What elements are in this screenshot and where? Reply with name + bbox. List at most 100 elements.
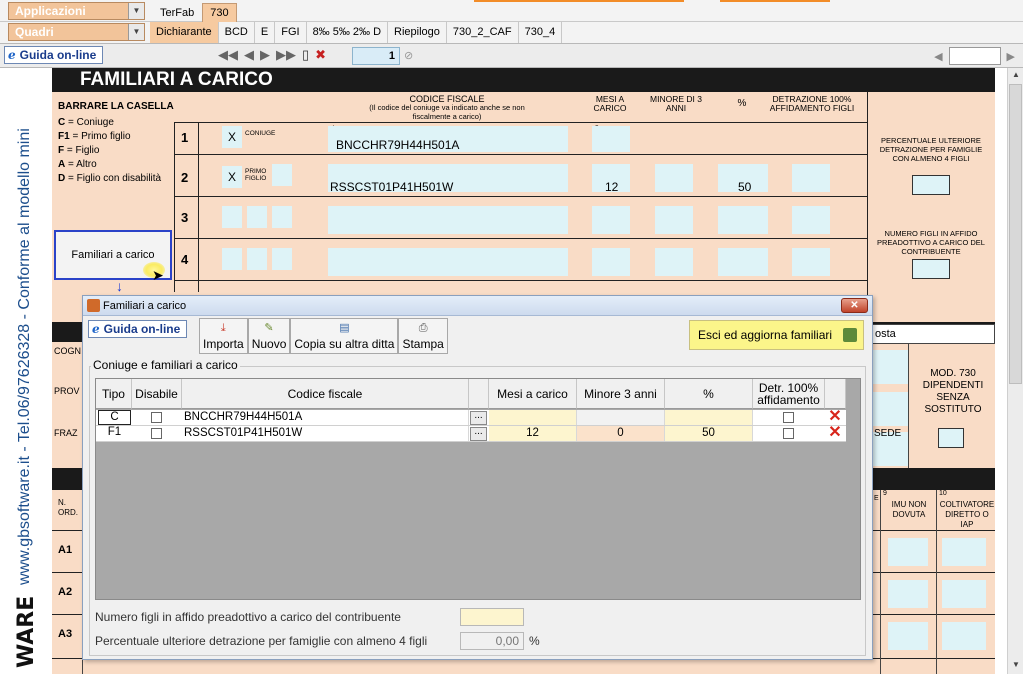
tab-bcd[interactable]: BCD — [219, 22, 255, 43]
perc-field[interactable] — [718, 248, 768, 276]
nuovo-button[interactable]: ✎ Nuovo — [247, 318, 291, 354]
perc-cell[interactable] — [665, 410, 753, 425]
search-box[interactable] — [948, 47, 1001, 65]
detr-field[interactable] — [792, 206, 830, 234]
detr-field[interactable] — [792, 164, 830, 192]
mesi-field[interactable] — [592, 126, 630, 152]
coltivatore-field[interactable] — [942, 580, 986, 608]
stampa-button[interactable]: ⎙ Stampa — [398, 318, 448, 354]
tab-riepilogo[interactable]: Riepilogo — [388, 22, 447, 43]
detr-checkbox[interactable] — [783, 428, 794, 439]
side-field[interactable] — [872, 350, 908, 384]
col-header-disabile[interactable]: Disabile — [132, 379, 182, 409]
applicazioni-dropdown[interactable]: Applicazioni ▼ — [8, 2, 145, 20]
close-icon[interactable]: ✕ — [841, 298, 868, 313]
coltivatore-field[interactable] — [942, 538, 986, 566]
mesi-cell[interactable]: 12 — [489, 426, 577, 441]
coltivatore-field[interactable] — [942, 622, 986, 650]
small-field[interactable] — [247, 206, 267, 228]
scroll-thumb[interactable] — [1009, 84, 1022, 384]
mesi-cell[interactable] — [489, 410, 577, 425]
disabile-checkbox[interactable] — [151, 428, 162, 439]
detr-checkbox[interactable] — [783, 412, 794, 423]
tab-fgi[interactable]: FGI — [275, 22, 307, 43]
figli-affido-field[interactable] — [912, 259, 950, 279]
col-header-minore[interactable]: Minore 3 anni — [577, 379, 665, 409]
codice-fiscale-field[interactable] — [328, 206, 568, 234]
mod730-field[interactable] — [938, 428, 964, 448]
esci-aggiorna-button[interactable]: Esci ed aggiorna familiari — [689, 320, 864, 350]
table-row[interactable]: C BNCCHR79H44H501A ... ✕ — [96, 409, 846, 426]
delete-row-icon[interactable]: ✕ — [826, 409, 844, 425]
guida-online-button[interactable]: e Guida on-line — [4, 46, 104, 64]
small-field[interactable] — [247, 248, 267, 270]
first-page-icon[interactable]: ◀◀ — [218, 47, 238, 63]
quadri-dropdown[interactable]: Quadri ▼ — [8, 23, 145, 41]
side-field[interactable] — [872, 392, 908, 426]
tab-8-5-2-permille[interactable]: 8‰ 5‰ 2‰ D — [307, 22, 389, 43]
mesi-field[interactable] — [592, 206, 630, 234]
tipo-cell[interactable]: F1 — [98, 426, 131, 441]
disabile-checkbox[interactable] — [151, 412, 162, 423]
imu-field[interactable] — [888, 538, 928, 566]
perc-cell[interactable]: 50 — [665, 426, 753, 441]
small-field[interactable] — [272, 206, 292, 228]
codice-fiscale-cell[interactable]: BNCCHR79H44H501A — [182, 410, 469, 425]
col-minore-header: MINORE DI 3 ANNI — [650, 94, 702, 113]
minore-field[interactable] — [655, 206, 693, 234]
codice-fiscale-field[interactable] — [328, 248, 568, 276]
perc-ulteriore-input[interactable]: 0,00 — [460, 632, 524, 650]
scroll-right-icon[interactable]: ▶ — [1007, 50, 1015, 63]
perc-ulteriore-field[interactable] — [912, 175, 950, 195]
zoom-icon[interactable]: ⊘ — [404, 49, 413, 62]
delete-page-icon[interactable]: ✖ — [315, 47, 326, 63]
table-row[interactable]: F1 RSSCST01P41H501W ... 12 0 50 ✕ — [96, 425, 846, 442]
prev-page-icon[interactable]: ◀ — [244, 47, 254, 63]
page-number-field[interactable]: 1 — [352, 47, 400, 65]
vertical-scrollbar[interactable]: ▲ ▼ — [1007, 68, 1023, 674]
tipo-field[interactable] — [222, 206, 242, 228]
tab-terfab[interactable]: TerFab — [152, 3, 202, 22]
col-header-detr[interactable]: Detr. 100% affidamento — [753, 379, 825, 409]
mesi-field[interactable] — [592, 248, 630, 276]
tab-730-4[interactable]: 730_4 — [519, 22, 563, 43]
perc-field[interactable] — [718, 206, 768, 234]
col-header-tipo[interactable]: Tipo — [96, 379, 132, 409]
col-header-mesi[interactable]: Mesi a carico — [489, 379, 577, 409]
imu-field[interactable] — [888, 580, 928, 608]
tab-e[interactable]: E — [255, 22, 276, 43]
codice-fiscale-cell[interactable]: RSSCST01P41H501W — [182, 426, 469, 441]
delete-row-icon[interactable]: ✕ — [826, 425, 844, 441]
tab-730[interactable]: 730 — [202, 3, 237, 22]
minore-field[interactable] — [655, 248, 693, 276]
tab-dichiarante[interactable]: Dichiarante — [150, 22, 219, 43]
col-header-codice-fiscale[interactable]: Codice fiscale — [182, 379, 469, 409]
small-field[interactable] — [272, 248, 292, 270]
tipo-field[interactable] — [222, 248, 242, 270]
chevron-down-icon[interactable]: ▼ — [128, 24, 144, 40]
minore-cell[interactable] — [577, 410, 665, 425]
figli-affido-input[interactable] — [460, 608, 524, 626]
scroll-up-icon[interactable]: ▲ — [1010, 70, 1022, 82]
importa-button[interactable]: ⤓ Importa — [199, 318, 248, 354]
ellipsis-button[interactable]: ... — [470, 427, 487, 441]
scroll-down-icon[interactable]: ▼ — [1010, 660, 1022, 672]
posta-field[interactable]: osta — [872, 324, 995, 344]
minore-cell[interactable]: 0 — [577, 426, 665, 441]
chevron-down-icon[interactable]: ▼ — [128, 3, 144, 19]
col-header-perc[interactable]: % — [665, 379, 753, 409]
dialog-guida-online-button[interactable]: e Guida on-line — [88, 320, 188, 338]
dialog-titlebar: Familiari a carico ✕ — [83, 296, 872, 316]
next-page-icon[interactable]: ▶ — [260, 47, 270, 63]
last-page-icon[interactable]: ▶▶ — [276, 47, 296, 63]
scroll-left-icon[interactable]: ◀ — [934, 50, 942, 63]
tab-730-2-caf[interactable]: 730_2_CAF — [447, 22, 519, 43]
ellipsis-button[interactable]: ... — [470, 411, 487, 425]
imu-field[interactable] — [888, 622, 928, 650]
small-field[interactable] — [272, 164, 292, 186]
new-page-icon[interactable]: ▯ — [302, 47, 309, 63]
detr-field[interactable] — [792, 248, 830, 276]
copia-button[interactable]: ▤ Copia su altra ditta — [290, 318, 399, 354]
tipo-cell[interactable]: C — [98, 410, 131, 425]
minore-field[interactable] — [655, 164, 693, 192]
